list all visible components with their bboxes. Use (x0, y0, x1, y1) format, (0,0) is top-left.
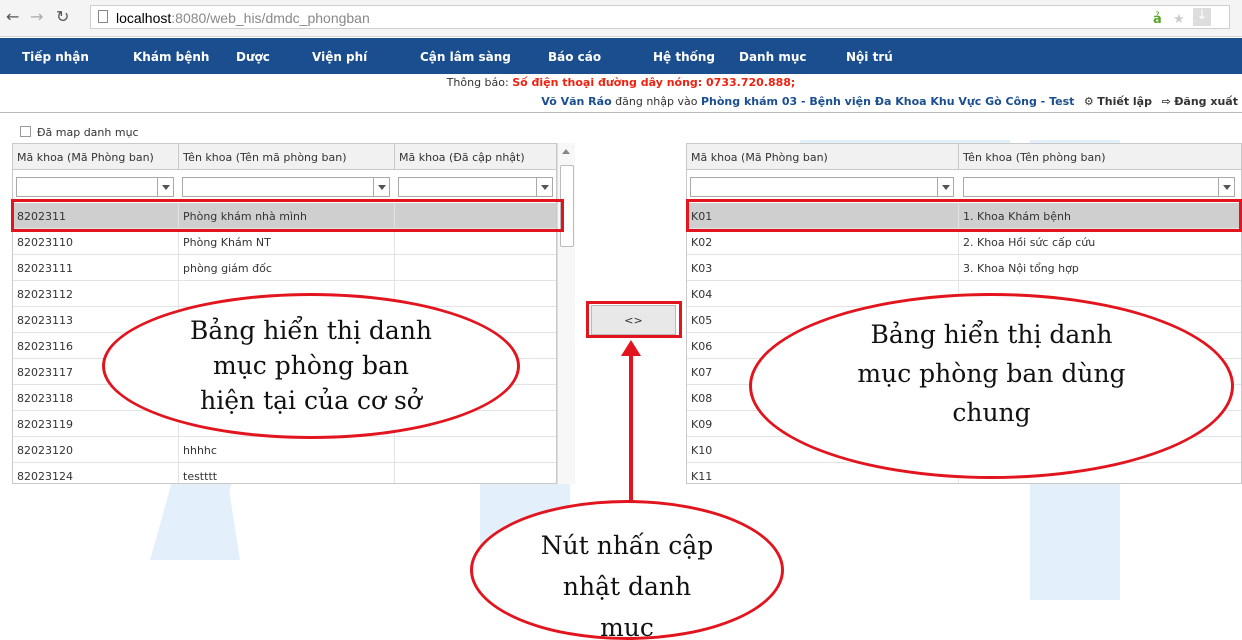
mapped-checkbox-label: Đã map danh mục (37, 126, 139, 139)
callout-left-line2: mục phòng ban (213, 351, 409, 380)
right-filter-name[interactable] (963, 177, 1235, 197)
login-info: Võ Văn Ráo đăng nhập vào Phòng khám 03 -… (541, 95, 1238, 108)
page-icon (98, 10, 108, 23)
table-cell: testttt (179, 463, 395, 483)
menu-vien-phi[interactable]: Viện phí (312, 50, 367, 64)
callout-bottom-line1: Nút nhấn cập (540, 531, 714, 560)
callout-right: Bảng hiển thị danh mục phòng ban dùng ch… (749, 293, 1234, 479)
login-place: Phòng khám 03 - Bệnh viện Đa Khoa Khu Vự… (700, 95, 1075, 108)
menu-kham-benh[interactable]: Khám bệnh (133, 50, 209, 64)
callout-left-line3: hiện tại của cơ sở (200, 386, 422, 415)
chevron-down-icon[interactable] (373, 178, 389, 196)
left-filter-code[interactable] (16, 177, 174, 197)
menu-bao-cao[interactable]: Báo cáo (548, 50, 601, 64)
table-cell: 82023124 (13, 463, 179, 483)
table-cell: 82023112 (13, 281, 179, 307)
table-row[interactable]: 82023124 testttt (13, 463, 556, 483)
menu-duoc[interactable]: Dược (236, 50, 270, 64)
menu-tiep-nhan[interactable]: Tiếp nhận (22, 50, 89, 64)
table-row[interactable]: 82023111 phòng giám đốc (13, 255, 556, 281)
notice-text: Số điện thoại đường dây nóng: 0733.720.8… (512, 76, 796, 89)
table-cell: 3. Khoa Nội tổng hợp (959, 255, 1241, 281)
left-filter-updated[interactable] (398, 177, 553, 197)
reload-icon[interactable]: ↻ (56, 7, 69, 26)
right-filter-code[interactable] (690, 177, 954, 197)
logout-icon[interactable]: ⇨ (1161, 95, 1170, 108)
chevron-down-icon[interactable] (157, 178, 173, 196)
table-cell (395, 437, 556, 463)
menu-he-thong[interactable]: Hệ thống (653, 50, 715, 64)
table-row[interactable]: 82023120 hhhhc (13, 437, 556, 463)
table-cell: 82023119 (13, 411, 179, 437)
divider (0, 112, 1242, 113)
right-header-code[interactable]: Mã khoa (Mã Phòng ban) (687, 144, 959, 170)
table-cell (395, 463, 556, 483)
mapped-filter[interactable]: Đã map danh mục (20, 126, 139, 139)
settings-link[interactable]: Thiết lập (1097, 95, 1152, 108)
callout-right-line2: mục phòng ban dùng (857, 359, 1126, 388)
extension-icon[interactable]: ả (1153, 12, 1162, 27)
left-header-name[interactable]: Tên khoa (Tên mã phòng ban) (179, 144, 395, 170)
table-row[interactable]: K02 2. Khoa Hồi sức cấp cứu (687, 229, 1241, 255)
login-middle: đăng nhập vào (615, 95, 698, 108)
left-scrollbar[interactable] (557, 143, 575, 484)
table-cell: K03 (687, 255, 959, 281)
table-cell: phòng giám đốc (179, 255, 395, 281)
callout-bottom-line3: mục (600, 613, 654, 640)
table-cell: hhhhc (179, 437, 395, 463)
left-header-updated[interactable]: Mã khoa (Đã cập nhật) (395, 144, 556, 170)
user-name: Võ Văn Ráo (541, 95, 612, 108)
chevron-down-icon[interactable] (536, 178, 552, 196)
table-cell: 82023111 (13, 255, 179, 281)
highlight-right-row (686, 199, 1242, 232)
notice-bar: Thông báo: Số điện thoại đường dây nóng:… (0, 76, 1242, 89)
mapped-checkbox[interactable] (20, 126, 31, 137)
star-icon[interactable]: ★ (1173, 12, 1185, 27)
url-text: localhost:8080/web_his/dmdc_phongban (116, 10, 370, 26)
download-icon[interactable]: ↓ (1193, 8, 1211, 26)
forward-icon[interactable]: → (30, 7, 43, 26)
table-cell: 82023110 (13, 229, 179, 255)
arrow-line (629, 350, 633, 505)
callout-bottom: Nút nhấn cập nhật danh mục (470, 500, 784, 640)
table-cell: 82023120 (13, 437, 179, 463)
menu-can-lam-sang[interactable]: Cận lâm sàng (420, 50, 511, 64)
left-header-code[interactable]: Mã khoa (Mã Phòng ban) (13, 144, 179, 170)
logout-link[interactable]: Đăng xuất (1174, 95, 1238, 108)
table-cell (395, 229, 556, 255)
callout-right-line1: Bảng hiển thị danh (870, 320, 1113, 349)
main-menu: Tiếp nhận Khám bệnh Dược Viện phí Cận lâ… (0, 38, 1242, 74)
address-bar[interactable]: localhost:8080/web_his/dmdc_phongban ả ★… (90, 5, 1230, 29)
chevron-down-icon[interactable] (1218, 178, 1234, 196)
highlight-map-button (586, 301, 682, 338)
highlight-left-row (11, 199, 564, 232)
table-row[interactable]: K03 3. Khoa Nội tổng hợp (687, 255, 1241, 281)
scroll-up-icon[interactable] (562, 149, 570, 154)
table-cell (395, 255, 556, 281)
menu-danh-muc[interactable]: Danh mục (739, 50, 806, 64)
left-filter-name[interactable] (182, 177, 390, 197)
back-icon[interactable]: ← (6, 7, 19, 26)
chevron-down-icon[interactable] (937, 178, 953, 196)
notice-label: Thông báo: (446, 76, 509, 89)
callout-left-line1: Bảng hiển thị danh (189, 316, 433, 345)
callout-bottom-line2: nhật danh (562, 572, 692, 601)
right-header-name[interactable]: Tên khoa (Tên phòng ban) (959, 144, 1241, 170)
table-cell: K02 (687, 229, 959, 255)
callout-left: Bảng hiển thị danh mục phòng ban hiện tạ… (102, 293, 520, 439)
table-row[interactable]: 82023110 Phòng Khám NT (13, 229, 556, 255)
gear-icon[interactable]: ⚙ (1084, 95, 1094, 108)
table-cell: Phòng Khám NT (179, 229, 395, 255)
callout-right-line3: chung (952, 398, 1031, 427)
menu-noi-tru[interactable]: Nội trú (846, 50, 893, 64)
browser-toolbar: ← → ↻ localhost:8080/web_his/dmdc_phongb… (0, 0, 1242, 37)
table-cell: 2. Khoa Hồi sức cấp cứu (959, 229, 1241, 255)
